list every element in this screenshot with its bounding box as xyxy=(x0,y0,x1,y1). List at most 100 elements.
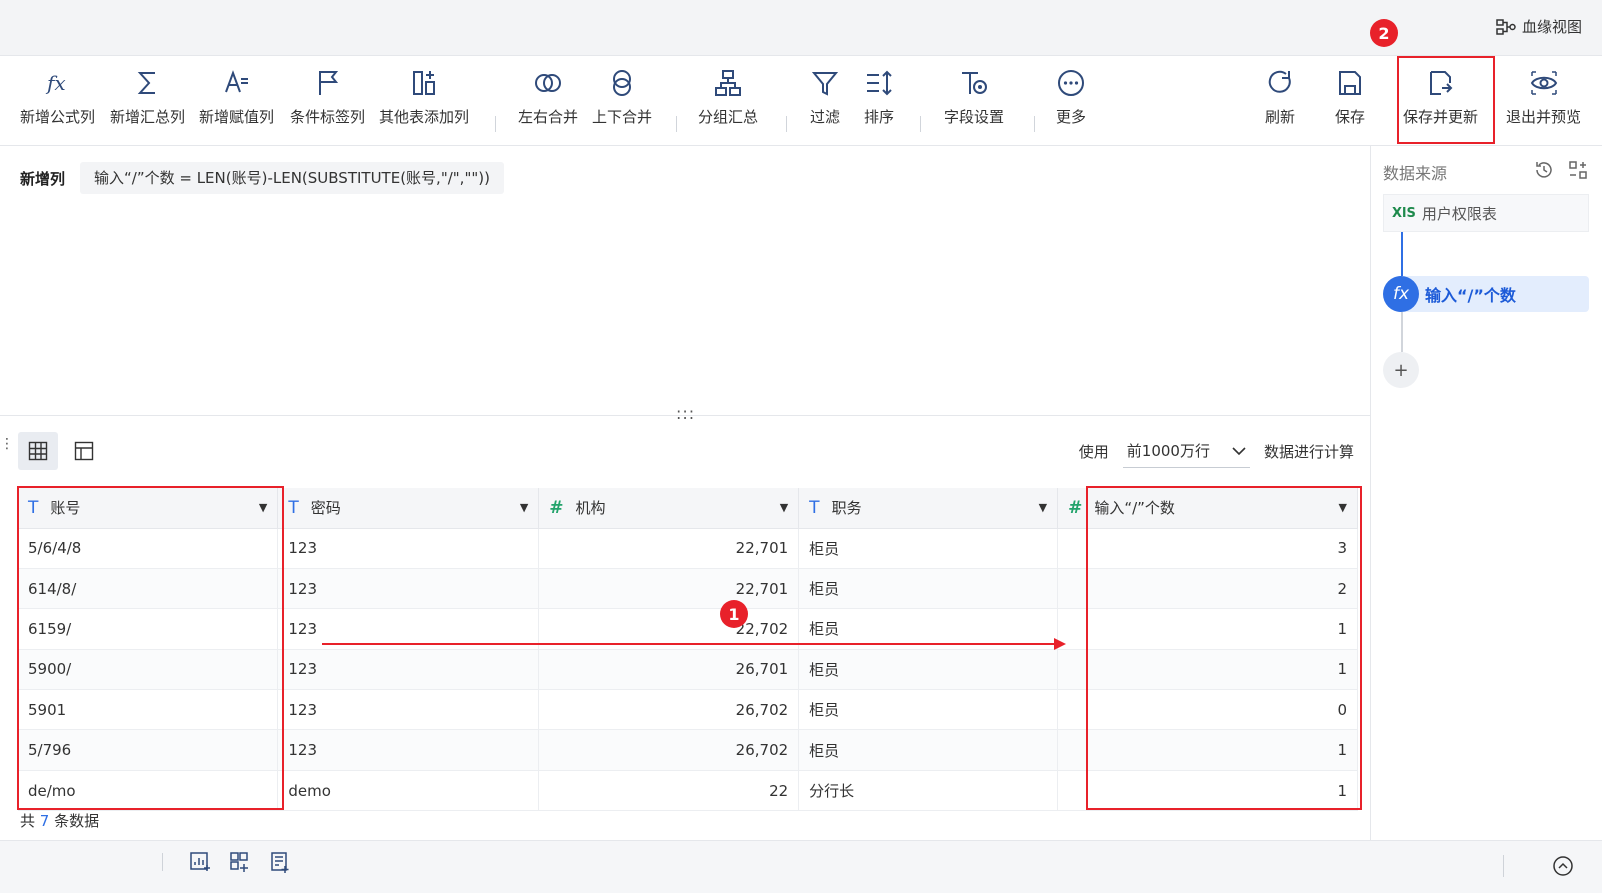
divider xyxy=(162,853,163,871)
cell-org[interactable]: 26,701 xyxy=(538,649,800,691)
side-handle-icon[interactable]: ⋮ xyxy=(0,436,14,452)
fx-icon: fx xyxy=(1383,276,1419,312)
column-name: 机构 xyxy=(575,499,606,518)
add-step-button[interactable]: + xyxy=(1383,352,1419,388)
refresh-button[interactable]: 刷新 xyxy=(1265,68,1295,127)
column-header-org[interactable]: # 机构 ▼ xyxy=(538,488,800,529)
column-header-position[interactable]: T 职务 ▼ xyxy=(798,488,1059,529)
flow-connector xyxy=(1401,232,1403,276)
caret-down-icon[interactable]: ▼ xyxy=(780,501,788,514)
row-limit-value: 前1000万行 xyxy=(1126,442,1210,460)
more-icon xyxy=(1058,70,1084,96)
excel-icon: XlS xyxy=(1392,205,1416,221)
sort-icon xyxy=(867,70,892,96)
add-condition-label: 条件标签列 xyxy=(290,108,366,126)
cell-password[interactable]: 123 xyxy=(277,689,540,731)
merge-lr-label: 左右合并 xyxy=(518,108,579,126)
table-grid-icon xyxy=(28,441,48,461)
cell-position[interactable]: 分行长 xyxy=(798,770,1059,812)
cell-position[interactable]: 柜员 xyxy=(798,568,1059,610)
cell-org[interactable]: 22,701 xyxy=(538,528,800,569)
cell-password[interactable]: 123 xyxy=(277,729,540,771)
bottom-bar xyxy=(0,840,1602,893)
layout-view-tab[interactable] xyxy=(64,432,104,470)
add-formula-column-button[interactable]: fx 新增公式列 xyxy=(20,68,95,127)
cell-org[interactable]: 26,702 xyxy=(538,729,800,771)
highlight-save-update xyxy=(1397,56,1495,144)
cell-position[interactable]: 柜员 xyxy=(798,689,1059,731)
save-label: 保存 xyxy=(1335,108,1366,126)
toolbar-divider xyxy=(676,116,677,132)
more-button[interactable]: 更多 xyxy=(1056,68,1086,127)
sort-button[interactable]: 排序 xyxy=(864,68,894,127)
history-icon[interactable] xyxy=(1534,160,1554,180)
group-summary-button[interactable]: 分组汇总 xyxy=(698,68,758,127)
row-count-number: 7 xyxy=(39,812,50,830)
cell-position[interactable]: 柜员 xyxy=(798,729,1059,771)
column-header-password[interactable]: T 密码 ▼ xyxy=(277,488,540,529)
filter-button[interactable]: 过滤 xyxy=(810,68,840,127)
field-settings-button[interactable]: 字段设置 xyxy=(944,68,1004,127)
save-button[interactable]: 保存 xyxy=(1335,68,1365,127)
column-name: 密码 xyxy=(310,499,341,518)
data-source-title: 数据来源 xyxy=(1383,164,1448,183)
layout-icon[interactable] xyxy=(1568,160,1588,180)
filter-icon xyxy=(811,72,839,96)
add-formula-label: 新增公式列 xyxy=(20,108,96,126)
add-summary-label: 新增汇总列 xyxy=(110,108,186,126)
data-source-panel: 数据来源 XlS 用户权限表 fx 输入“/”个数 + xyxy=(1370,146,1602,840)
add-other-label: 其他表添加列 xyxy=(379,108,470,126)
cell-password[interactable]: 123 xyxy=(277,649,540,691)
exit-and-preview-button[interactable]: 退出并预览 xyxy=(1506,68,1581,127)
row-count: 共 7 条数据 xyxy=(20,810,99,831)
highlight-account-column xyxy=(17,486,284,810)
formula-step-node[interactable]: fx 输入“/”个数 xyxy=(1383,276,1589,312)
formula-label: 新增列 xyxy=(20,170,66,188)
cell-org[interactable]: 26,702 xyxy=(538,689,800,731)
merge-left-right-button[interactable]: 左右合并 xyxy=(518,68,578,127)
cell-password[interactable]: 123 xyxy=(277,528,540,569)
sort-label: 排序 xyxy=(864,108,895,126)
cell-org[interactable]: 22 xyxy=(538,770,800,812)
add-chart-icon[interactable] xyxy=(189,851,211,873)
annotation-arrow xyxy=(322,638,1066,650)
divider xyxy=(1503,855,1504,877)
group-summary-label: 分组汇总 xyxy=(698,108,759,126)
bottom-actions xyxy=(162,851,291,873)
cell-position[interactable]: 柜员 xyxy=(798,649,1059,691)
add-summary-column-button[interactable]: 新增汇总列 xyxy=(110,68,185,127)
add-assign-column-button[interactable]: 新增赋值列 xyxy=(199,68,274,127)
resize-handle[interactable]: ::: xyxy=(676,404,695,423)
collapse-up-icon[interactable] xyxy=(1552,855,1574,877)
fx-icon: fx xyxy=(45,71,66,95)
caret-down-icon[interactable]: ▼ xyxy=(520,501,528,514)
merge-horizontal-icon xyxy=(535,74,561,92)
add-column-from-other-table-button[interactable]: 其他表添加列 xyxy=(379,68,469,127)
svg-text:fx: fx xyxy=(45,71,66,95)
add-dashboard-icon[interactable] xyxy=(229,851,251,873)
refresh-label: 刷新 xyxy=(1265,108,1296,126)
add-condition-label-column-button[interactable]: 条件标签列 xyxy=(290,68,365,127)
cell-password[interactable]: 123 xyxy=(277,568,540,610)
cell-password[interactable]: demo xyxy=(277,770,540,812)
column-name: 职务 xyxy=(831,499,862,518)
use-label: 使用 xyxy=(1078,442,1109,461)
exit-preview-label: 退出并预览 xyxy=(1506,108,1582,126)
source-table-node[interactable]: XlS 用户权限表 xyxy=(1383,194,1589,232)
add-report-icon[interactable] xyxy=(269,851,291,873)
panel-actions xyxy=(1534,160,1588,180)
formula-step-name: 输入“/”个数 xyxy=(1425,286,1516,305)
merge-up-down-button[interactable]: 上下合并 xyxy=(592,68,652,127)
row-limit-select[interactable]: 前1000万行 xyxy=(1122,434,1250,468)
toolbar: fx 新增公式列 新增汇总列 新增赋值列 条件标签列 其他表添加列 左右合并 上… xyxy=(0,56,1602,146)
row-usage-control: 使用 前1000万行 数据进行计算 xyxy=(1079,432,1354,470)
cell-org[interactable]: 22,701 xyxy=(538,568,800,610)
filter-label: 过滤 xyxy=(810,108,841,126)
formula-expression[interactable]: 输入“/”个数 = LEN(账号)-LEN(SUBSTITUTE(账号,"/",… xyxy=(80,162,504,194)
merge-vertical-icon xyxy=(613,70,631,96)
lineage-view-button[interactable]: 血缘视图 xyxy=(1496,16,1582,37)
caret-down-icon[interactable]: ▼ xyxy=(1039,501,1047,514)
cell-position[interactable]: 柜员 xyxy=(798,528,1059,569)
grid-view-tab[interactable] xyxy=(18,432,58,470)
flow-connector xyxy=(1401,312,1403,352)
